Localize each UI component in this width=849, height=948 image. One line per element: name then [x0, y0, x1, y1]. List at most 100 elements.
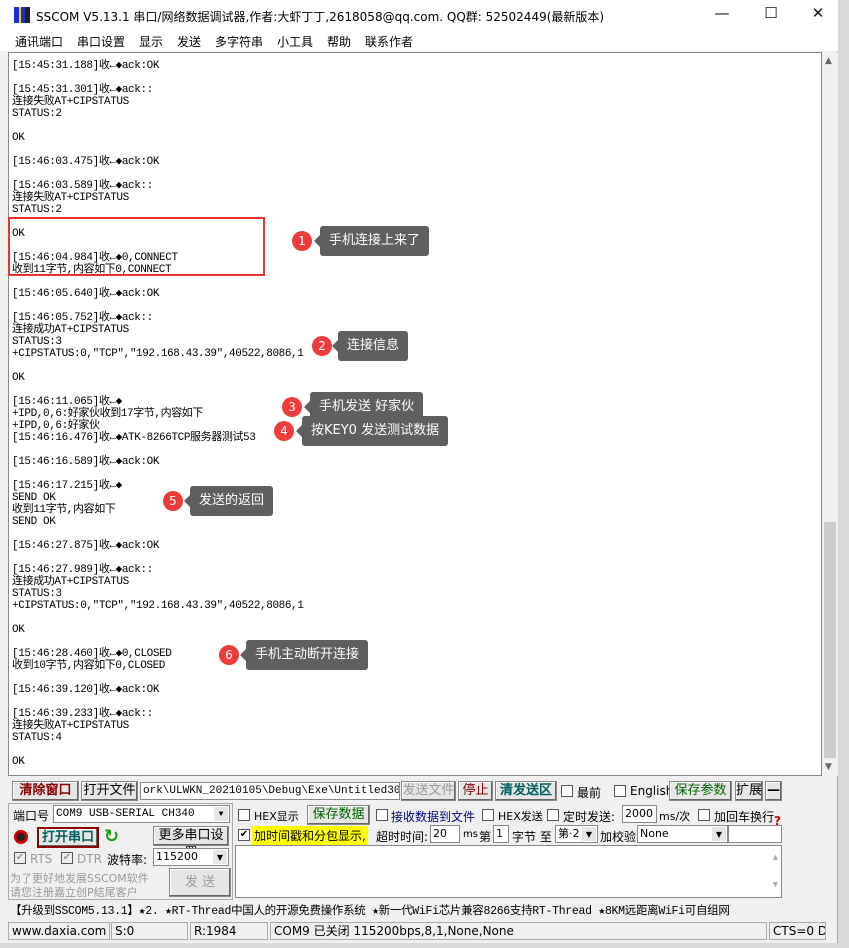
window-title: SSCOM V5.13.1 串口/网络数据调试器,作者:大虾丁丁,2618058…: [36, 10, 605, 24]
log-line: 连接失败AT+CIPSTATUS: [12, 720, 129, 732]
log-line: STATUS:4: [12, 732, 62, 744]
log-line: OK: [12, 756, 25, 768]
log-line: 连接失败AT+CIPSTATUS: [12, 192, 129, 204]
open-file-button[interactable]: 打开文件: [81, 781, 138, 801]
log-line: [15:46:05.640]收←◆ack:OK: [12, 288, 160, 300]
log-line: [15:46:16.589]收←◆ack:OK: [12, 456, 160, 468]
log-line: STATUS:3: [12, 588, 62, 600]
menu-contact[interactable]: 联系作者: [365, 33, 413, 50]
menu-bar: 通讯端口 串口设置 显示 发送 多字符串 小工具 帮助 联系作者: [0, 30, 838, 51]
status-cts: CTS=0 D: [769, 922, 826, 940]
menu-display[interactable]: 显示: [139, 33, 163, 50]
chevron-down-icon[interactable]: ▼: [214, 807, 228, 821]
checksum-select[interactable]: None ▼: [637, 825, 728, 843]
checksum-result-field: [728, 825, 782, 843]
log-line: STATUS:2: [12, 204, 62, 216]
byte-from-input[interactable]: 1: [493, 825, 509, 843]
annotation-callout: 连接信息: [331, 331, 409, 361]
send-file-button[interactable]: 发送文件: [401, 781, 456, 801]
chevron-down-icon[interactable]: ▼: [213, 850, 227, 864]
baud-select[interactable]: 115200 ▼: [153, 848, 229, 866]
annotation-number: 5: [163, 491, 183, 511]
clear-send-button[interactable]: 清发送区: [495, 781, 557, 801]
english-checkbox[interactable]: [614, 785, 626, 797]
status-site[interactable]: www.daxia.com: [8, 922, 110, 940]
hex-display-checkbox[interactable]: [238, 809, 250, 821]
stop-button[interactable]: 停止: [458, 781, 493, 801]
app-logo-icon: [14, 7, 30, 23]
annotation-number: 4: [274, 421, 294, 441]
scroll-down-icon[interactable]: ▼: [825, 762, 832, 772]
recv-to-file-label: 接收数据到文件: [391, 810, 476, 824]
scroll-down-icon[interactable]: ▼: [773, 877, 778, 893]
dtr-label: DTR: [77, 852, 102, 866]
status-port-info: COM9 已关闭 115200bps,8,1,None,None: [270, 922, 767, 940]
menu-tools[interactable]: 小工具: [277, 33, 313, 50]
promo-text-2: 请您注册嘉立创P结尾客户: [10, 886, 138, 899]
english-label: English: [630, 784, 674, 798]
timeout-label: 超时时间:: [376, 830, 429, 844]
status-recv-count: R:1984: [190, 922, 268, 940]
port-label: 端口号: [13, 809, 50, 823]
clear-window-button[interactable]: 清除窗口: [12, 781, 79, 801]
log-line: OK: [12, 132, 25, 144]
byte-to-select[interactable]: 第·2 ▼: [555, 825, 598, 843]
log-line: [15:45:31.188]收←◆ack:OK: [12, 60, 160, 72]
timeout-unit: ms: [463, 829, 478, 840]
send-button[interactable]: 发 送: [169, 868, 231, 897]
chevron-down-icon[interactable]: ▼: [712, 827, 726, 841]
recv-to-file-checkbox[interactable]: [376, 809, 388, 821]
menu-port-settings[interactable]: 串口设置: [77, 33, 125, 50]
ad-banner[interactable]: 【升级到SSCOM5.13.1】★2. ★RT-Thread中国人的开源免费操作…: [10, 902, 730, 918]
log-line: [15:46:11.065]收←◆: [12, 396, 122, 408]
log-scrollbar[interactable]: ▲ ▼: [822, 52, 838, 776]
timeout-input[interactable]: 20: [430, 825, 460, 843]
topmost-checkbox[interactable]: [561, 785, 573, 797]
highlight-box: [8, 217, 265, 276]
menu-send[interactable]: 发送: [177, 33, 201, 50]
annotation-callout: 发送的返回: [183, 486, 274, 516]
log-line: 连接成功AT+CIPSTATUS: [12, 576, 129, 588]
log-line: [15:46:27.989]收←◆ack::: [12, 564, 153, 576]
minimize-button[interactable]: —: [707, 4, 737, 22]
scroll-thumb[interactable]: [824, 522, 836, 758]
more-port-settings-button[interactable]: 更多串口设置: [153, 826, 229, 861]
add-crlf-checkbox[interactable]: [698, 809, 710, 821]
refresh-icon[interactable]: ↻: [104, 826, 119, 847]
log-line: +CIPSTATUS:0,"TCP","192.168.43.39",40522…: [12, 600, 304, 612]
timestamp-checkbox[interactable]: ✔: [238, 829, 250, 841]
dtr-checkbox[interactable]: ✔: [61, 852, 73, 864]
topmost-label: 最前: [577, 786, 602, 800]
hex-send-checkbox[interactable]: [482, 809, 494, 821]
log-line: 连接成功AT+CIPSTATUS: [12, 324, 129, 336]
nth-label: 第: [479, 830, 492, 844]
menu-multi-string[interactable]: 多字符串: [215, 33, 263, 50]
scroll-up-icon[interactable]: ▲: [773, 850, 778, 866]
save-params-button[interactable]: 保存参数: [669, 781, 732, 801]
collapse-button[interactable]: —: [765, 781, 782, 801]
port-select[interactable]: COM9 USB-SERIAL CH340 ▼: [53, 805, 230, 823]
log-line: +IPD,0,6:好家伙收到17字节,内容如下: [12, 408, 204, 420]
scroll-up-icon[interactable]: ▲: [825, 56, 832, 66]
save-data-button[interactable]: 保存数据: [307, 805, 370, 825]
timed-send-checkbox[interactable]: [547, 809, 559, 821]
log-line: [15:46:28.460]收←◆0,CLOSED: [12, 648, 172, 660]
rts-label: RTS: [30, 852, 53, 866]
chevron-down-icon[interactable]: ▼: [582, 827, 596, 841]
expand-button[interactable]: 扩展: [735, 781, 763, 801]
hex-send-label: HEX发送: [498, 810, 543, 823]
file-path-input[interactable]: ork\ULWKN_20210105\Debug\Exe\Untitled30.…: [140, 782, 400, 800]
interval-input[interactable]: 2000: [622, 805, 657, 823]
log-line: [15:46:05.752]收←◆ack::: [12, 312, 153, 324]
menu-help[interactable]: 帮助: [327, 33, 351, 50]
menu-comm-port[interactable]: 通讯端口: [15, 33, 63, 50]
annotation-number: 1: [292, 231, 312, 251]
rts-checkbox[interactable]: ✔: [14, 852, 26, 864]
maximize-button[interactable]: ☐: [756, 4, 786, 22]
send-textarea[interactable]: ▲ ▼: [235, 845, 782, 898]
log-line: 收到10字节,内容如下0,CLOSED: [12, 660, 166, 672]
add-crlf-label: 加回车换行: [714, 810, 775, 824]
open-port-button[interactable]: 打开串口: [37, 827, 99, 848]
log-line: [15:46:16.476]收←◆ATK-8266TCP服务器测试53: [12, 432, 256, 444]
close-button[interactable]: ✕: [803, 4, 833, 22]
